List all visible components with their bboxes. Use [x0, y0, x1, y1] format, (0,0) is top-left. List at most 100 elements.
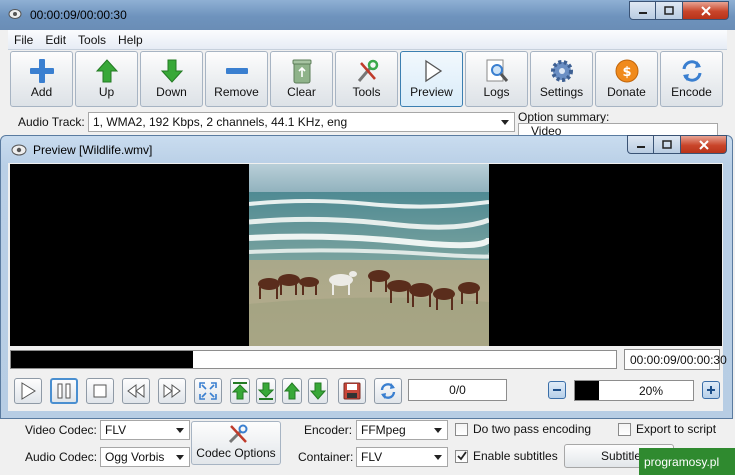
time-display: 00:00:09/00:00:30: [624, 349, 727, 370]
step-up-button[interactable]: [282, 377, 302, 404]
minimize-button[interactable]: [629, 1, 656, 20]
down-button[interactable]: Down: [140, 51, 203, 107]
checkmark-icon: [456, 451, 467, 461]
subtitle-button-label: Subtitle: [601, 449, 642, 463]
step-down-button[interactable]: [308, 377, 328, 404]
encoder-value: FFMpeg: [361, 423, 406, 437]
enable-subtitles-box[interactable]: [455, 449, 468, 463]
zoom-bar[interactable]: 20%: [574, 380, 694, 401]
zoom-in-button[interactable]: [702, 381, 720, 399]
refresh-button[interactable]: [374, 377, 402, 404]
two-pass-box[interactable]: [455, 422, 468, 436]
save-frame-button[interactable]: [338, 377, 366, 404]
menu-edit[interactable]: Edit: [39, 30, 72, 49]
main-window-controls: [629, 1, 729, 20]
magnifier-icon: [486, 59, 508, 82]
play-button[interactable]: [14, 377, 42, 404]
pause-icon: [57, 383, 71, 398]
video-frame-horses: [249, 164, 489, 346]
stop-button[interactable]: [86, 377, 114, 404]
two-pass-checkbox[interactable]: Do two pass encoding: [455, 422, 591, 436]
rewind-button[interactable]: [122, 377, 150, 404]
up-button[interactable]: Up: [75, 51, 138, 107]
zoom-out-button[interactable]: [548, 381, 566, 399]
fast-forward-button[interactable]: [158, 377, 186, 404]
preview-client: 00:00:09/00:00:30 0/0 20%: [8, 163, 727, 411]
audio-codec-select[interactable]: Ogg Vorbis: [100, 447, 190, 467]
menu-file[interactable]: File: [8, 30, 39, 49]
codec-options-label: Codec Options: [196, 446, 276, 460]
container-select[interactable]: FLV: [356, 447, 448, 467]
video-area[interactable]: [10, 164, 722, 346]
play-icon: [21, 381, 36, 400]
clear-button[interactable]: Clear: [270, 51, 333, 107]
chevron-down-icon: [176, 428, 184, 433]
play-icon: [424, 59, 442, 83]
settings-label: Settings: [539, 85, 584, 99]
export-script-box[interactable]: [618, 422, 631, 436]
close-button[interactable]: [683, 1, 729, 20]
donate-label: Donate: [607, 85, 646, 99]
preview-close-button[interactable]: [681, 135, 727, 154]
floppy-icon: [343, 382, 361, 399]
audio-codec-value: Ogg Vorbis: [105, 450, 165, 464]
enable-subtitles-label: Enable subtitles: [473, 449, 558, 463]
close-icon: [700, 5, 711, 16]
svg-text:$: $: [622, 65, 631, 80]
menu-tools[interactable]: Tools: [72, 30, 112, 49]
encoder-select[interactable]: FFMpeg: [356, 420, 448, 440]
export-script-label: Export to script: [636, 422, 717, 436]
minus-icon: [225, 68, 248, 74]
main-titlebar[interactable]: 00:00:09/00:00:30: [0, 0, 735, 30]
plus-icon: [707, 386, 715, 394]
chevron-down-icon: [176, 455, 184, 460]
audio-track-select[interactable]: 1, WMA2, 192 Kbps, 2 channels, 44.1 KHz,…: [88, 112, 515, 132]
export-script-checkbox[interactable]: Export to script: [618, 422, 716, 436]
app-icon: [8, 9, 22, 19]
donate-button[interactable]: $ Donate: [595, 51, 658, 107]
audio-track-value: 1, WMA2, 192 Kbps, 2 channels, 44.1 KHz,…: [93, 115, 348, 129]
preview-minimize-button[interactable]: [627, 135, 654, 154]
stop-icon: [93, 384, 107, 397]
refresh-icon: [380, 382, 396, 399]
tools-icon: [228, 424, 248, 444]
encode-icon: [682, 60, 701, 82]
audio-track-row: Audio Track: 1, WMA2, 192 Kbps, 2 channe…: [8, 111, 515, 133]
arrow-down-bar-icon: [258, 382, 274, 400]
arrow-up-icon: [95, 59, 118, 83]
remove-button[interactable]: Remove: [205, 51, 268, 107]
add-button[interactable]: Add: [10, 51, 73, 107]
pause-button[interactable]: [50, 377, 78, 404]
tools-button[interactable]: Tools: [335, 51, 398, 107]
codec-options-button[interactable]: Codec Options: [191, 421, 281, 465]
preview-button[interactable]: Preview: [400, 51, 463, 107]
preview-maximize-button[interactable]: [654, 135, 681, 154]
seek-bar[interactable]: [10, 350, 617, 369]
arrow-up-bar-icon: [232, 381, 248, 399]
mark-start-button[interactable]: [230, 377, 250, 404]
fullscreen-icon: [199, 381, 217, 400]
donate-icon: $: [615, 59, 638, 83]
fullscreen-button[interactable]: [194, 377, 222, 404]
arrow-down-icon: [310, 382, 326, 400]
logs-button[interactable]: Logs: [465, 51, 528, 107]
enable-subtitles-checkbox[interactable]: Enable subtitles: [455, 449, 558, 463]
settings-button[interactable]: Settings: [530, 51, 593, 107]
clear-label: Clear: [287, 85, 316, 99]
main-window-title: 00:00:09/00:00:30: [30, 8, 127, 22]
rewind-icon: [127, 383, 145, 398]
mark-end-button[interactable]: [256, 377, 276, 404]
minimize-icon: [638, 11, 647, 14]
maximize-button[interactable]: [656, 1, 683, 20]
gear-icon: [550, 60, 573, 82]
recycle-bin-icon: [292, 59, 311, 84]
encode-label: Encode: [671, 85, 712, 99]
plus-icon: [29, 59, 54, 83]
video-codec-select[interactable]: FLV: [100, 420, 190, 440]
minimize-icon: [636, 145, 645, 148]
encode-button[interactable]: Encode: [660, 51, 723, 107]
watermark: programosy.pl: [639, 448, 735, 475]
add-label: Add: [30, 85, 53, 99]
menu-help[interactable]: Help: [112, 30, 149, 49]
maximize-icon: [664, 6, 674, 15]
